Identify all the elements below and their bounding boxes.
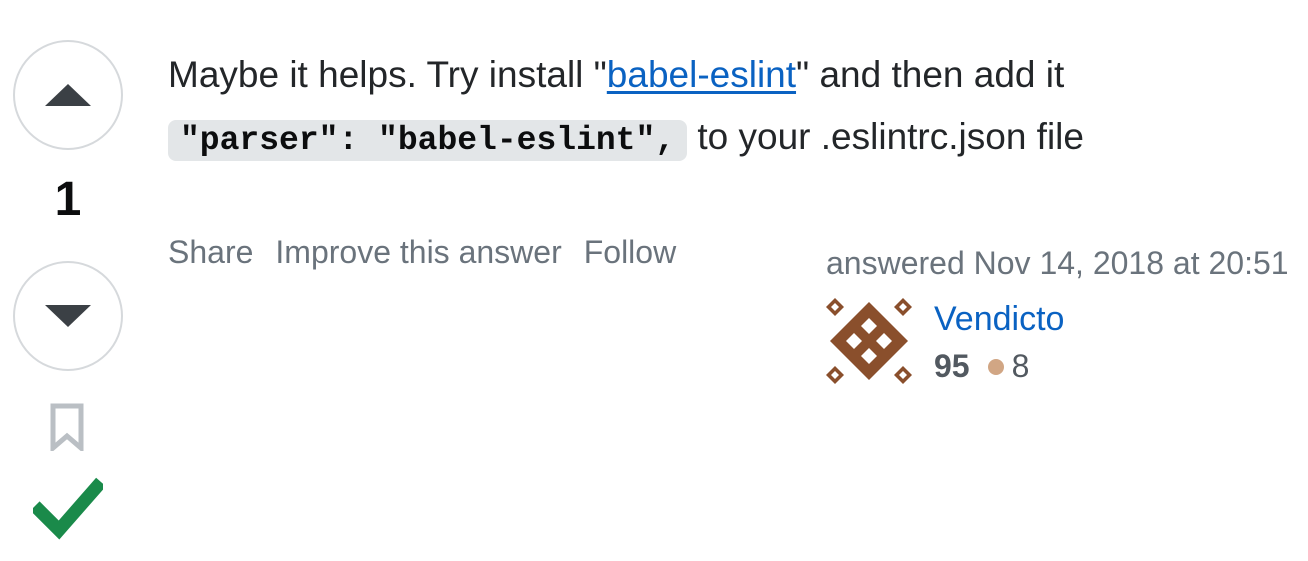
improve-answer-link[interactable]: Improve this answer xyxy=(275,234,561,271)
bookmark-icon[interactable] xyxy=(47,403,87,451)
user-reputation: 95 8 xyxy=(934,348,1029,385)
answer-container: 1 Maybe it helps. Try install "babel-esl… xyxy=(0,0,1308,561)
bronze-badge-count: 8 xyxy=(1011,348,1030,384)
user-name-link[interactable]: Vendicto xyxy=(934,300,1064,339)
babel-eslint-link[interactable]: babel-eslint xyxy=(607,54,796,95)
triangle-up-icon xyxy=(45,84,91,106)
checkmark-icon xyxy=(33,477,103,540)
reputation-score: 95 xyxy=(934,348,970,384)
answer-text: " and then add it xyxy=(796,54,1065,95)
downvote-button[interactable] xyxy=(13,261,123,371)
bronze-badge-icon xyxy=(987,358,1004,375)
share-link[interactable]: Share xyxy=(168,234,253,271)
follow-link[interactable]: Follow xyxy=(584,234,676,271)
answer-body: Maybe it helps. Try install "babel-eslin… xyxy=(168,44,1288,172)
post-menu: Share Improve this answer Follow xyxy=(168,234,676,271)
triangle-down-icon xyxy=(45,305,91,327)
answer-text: to your .eslintrc.json file xyxy=(687,116,1084,157)
vote-count: 1 xyxy=(54,173,82,226)
inline-code: "parser": "babel-eslint", xyxy=(168,120,688,161)
upvote-button[interactable] xyxy=(13,40,123,150)
avatar[interactable] xyxy=(826,298,912,384)
answered-timestamp: answered Nov 14, 2018 at 20:51 xyxy=(826,245,1289,281)
answer-text: Maybe it helps. Try install " xyxy=(168,54,607,95)
